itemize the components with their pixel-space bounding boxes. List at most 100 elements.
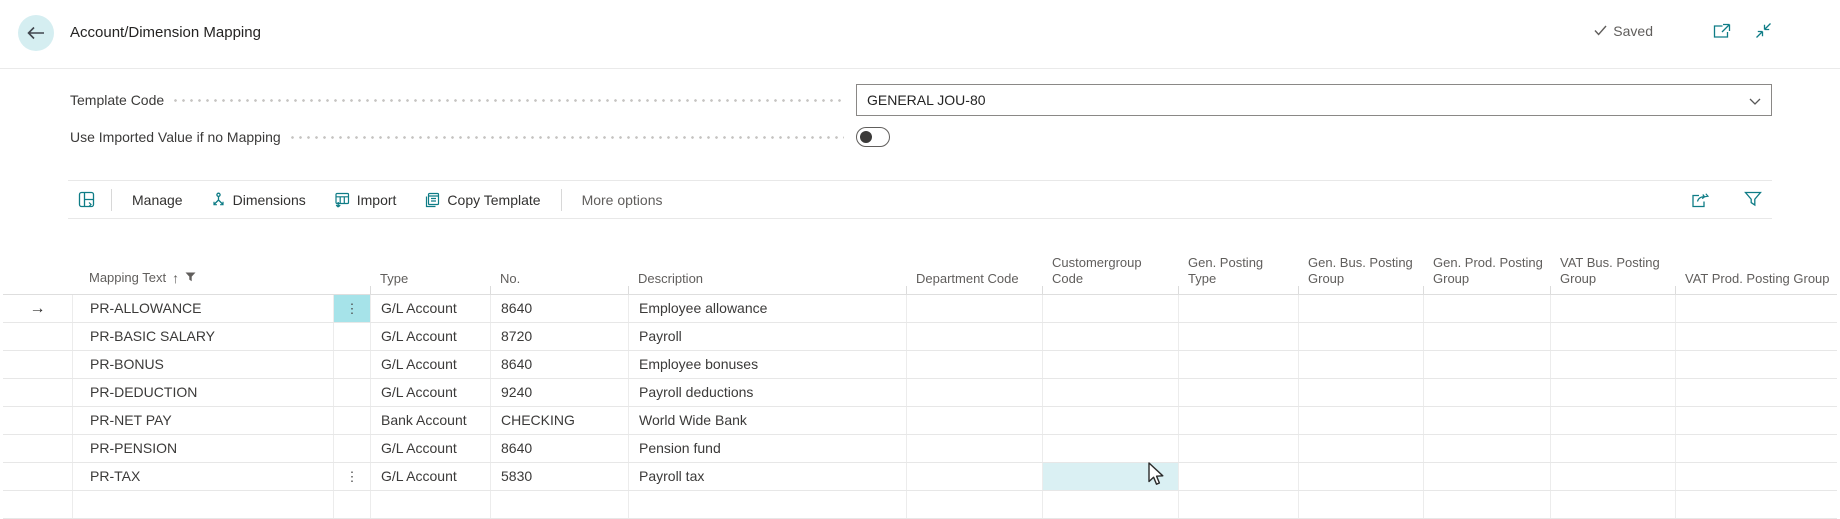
description-cell[interactable]: Payroll deductions: [628, 379, 906, 406]
gen-bus-posting-group-cell[interactable]: [1298, 491, 1423, 518]
use-imported-value-toggle[interactable]: [856, 127, 890, 147]
type-cell[interactable]: Bank Account: [370, 407, 490, 434]
row-menu-cell[interactable]: [333, 323, 370, 350]
row-menu-cell[interactable]: [333, 379, 370, 406]
vat-bus-posting-group-cell[interactable]: [1550, 491, 1675, 518]
no-cell[interactable]: 8640: [490, 435, 628, 462]
vat-bus-posting-group-cell[interactable]: [1550, 323, 1675, 350]
filter-button[interactable]: [1734, 191, 1772, 208]
description-cell[interactable]: World Wide Bank: [628, 407, 906, 434]
gen-posting-type-cell[interactable]: [1178, 379, 1298, 406]
type-cell[interactable]: [370, 491, 490, 518]
gen-prod-posting-group-cell[interactable]: [1423, 435, 1550, 462]
mapping-text-cell[interactable]: PR-PENSION: [72, 435, 333, 462]
gen-posting-type-cell[interactable]: [1178, 351, 1298, 378]
gen-prod-posting-group-cell[interactable]: [1423, 379, 1550, 406]
mapping-text-cell[interactable]: PR-NET PAY: [72, 407, 333, 434]
column-header-gen-prod-posting-group[interactable]: Gen. Prod. Posting Group: [1423, 246, 1550, 294]
manage-menu-item[interactable]: Manage: [118, 192, 197, 208]
description-cell[interactable]: Pension fund: [628, 435, 906, 462]
gen-prod-posting-group-cell[interactable]: [1423, 295, 1550, 322]
department-code-cell[interactable]: [906, 491, 1042, 518]
type-cell[interactable]: G/L Account: [370, 379, 490, 406]
no-cell[interactable]: 8720: [490, 323, 628, 350]
vat-bus-posting-group-cell[interactable]: [1550, 295, 1675, 322]
mapping-text-cell[interactable]: PR-BONUS: [72, 351, 333, 378]
gen-bus-posting-group-cell[interactable]: [1298, 351, 1423, 378]
gen-posting-type-cell[interactable]: [1178, 491, 1298, 518]
collapse-view-icon[interactable]: [1755, 22, 1772, 39]
vat-prod-posting-group-cell[interactable]: [1675, 435, 1837, 462]
gen-bus-posting-group-cell[interactable]: [1298, 435, 1423, 462]
description-cell[interactable]: Employee bonuses: [628, 351, 906, 378]
customergroup-code-cell[interactable]: [1042, 491, 1178, 518]
dimensions-menu-item[interactable]: Dimensions: [197, 192, 320, 208]
back-button[interactable]: [18, 15, 54, 51]
vat-prod-posting-group-cell[interactable]: [1675, 351, 1837, 378]
description-cell[interactable]: Payroll tax: [628, 463, 906, 490]
department-code-cell[interactable]: [906, 295, 1042, 322]
import-menu-item[interactable]: Import: [320, 192, 411, 208]
column-header-customergroup-code[interactable]: Customergroup Code: [1042, 246, 1178, 294]
department-code-cell[interactable]: [906, 407, 1042, 434]
type-cell[interactable]: G/L Account: [370, 435, 490, 462]
column-header-mapping-text[interactable]: Mapping Text ↑: [72, 246, 370, 294]
department-code-cell[interactable]: [906, 435, 1042, 462]
description-cell[interactable]: Payroll: [628, 323, 906, 350]
customergroup-code-cell-hovered[interactable]: [1042, 463, 1178, 490]
no-cell[interactable]: 8640: [490, 351, 628, 378]
department-code-cell[interactable]: [906, 351, 1042, 378]
column-header-department-code[interactable]: Department Code: [906, 246, 1042, 294]
department-code-cell[interactable]: [906, 379, 1042, 406]
vat-bus-posting-group-cell[interactable]: [1550, 407, 1675, 434]
mapping-text-cell[interactable]: PR-TAX: [72, 463, 333, 490]
gen-prod-posting-group-cell[interactable]: [1423, 463, 1550, 490]
open-in-new-window-icon[interactable]: [1713, 23, 1731, 39]
copy-template-menu-item[interactable]: Copy Template: [410, 192, 554, 208]
gen-prod-posting-group-cell[interactable]: [1423, 407, 1550, 434]
row-menu-cell[interactable]: [333, 407, 370, 434]
gen-posting-type-cell[interactable]: [1178, 295, 1298, 322]
customergroup-code-cell[interactable]: [1042, 295, 1178, 322]
row-menu-cell[interactable]: [333, 351, 370, 378]
department-code-cell[interactable]: [906, 463, 1042, 490]
vat-bus-posting-group-cell[interactable]: [1550, 435, 1675, 462]
customergroup-code-cell[interactable]: [1042, 351, 1178, 378]
type-cell[interactable]: G/L Account: [370, 463, 490, 490]
customergroup-code-cell[interactable]: [1042, 379, 1178, 406]
vat-prod-posting-group-cell[interactable]: [1675, 295, 1837, 322]
customergroup-code-cell[interactable]: [1042, 435, 1178, 462]
more-options-menu-item[interactable]: More options: [568, 192, 677, 208]
description-cell[interactable]: [628, 491, 906, 518]
gen-posting-type-cell[interactable]: [1178, 407, 1298, 434]
row-menu-cell[interactable]: [333, 491, 370, 518]
gen-posting-type-cell[interactable]: [1178, 435, 1298, 462]
template-code-combobox[interactable]: GENERAL JOU-80: [856, 84, 1772, 116]
grid-view-button[interactable]: [68, 191, 105, 208]
gen-posting-type-cell[interactable]: [1178, 323, 1298, 350]
column-header-gen-bus-posting-group[interactable]: Gen. Bus. Posting Group: [1298, 246, 1423, 294]
column-header-description[interactable]: Description: [628, 246, 906, 294]
type-cell[interactable]: G/L Account: [370, 295, 490, 322]
column-header-vat-bus-posting-group[interactable]: VAT Bus. Posting Group: [1550, 246, 1675, 294]
column-header-vat-prod-posting-group[interactable]: VAT Prod. Posting Group: [1675, 246, 1837, 294]
gen-bus-posting-group-cell[interactable]: [1298, 295, 1423, 322]
gen-prod-posting-group-cell[interactable]: [1423, 491, 1550, 518]
no-cell[interactable]: [490, 491, 628, 518]
vat-prod-posting-group-cell[interactable]: [1675, 491, 1837, 518]
no-cell[interactable]: CHECKING: [490, 407, 628, 434]
vat-prod-posting-group-cell[interactable]: [1675, 463, 1837, 490]
gen-prod-posting-group-cell[interactable]: [1423, 351, 1550, 378]
row-menu-cell[interactable]: [333, 435, 370, 462]
mapping-text-cell[interactable]: PR-DEDUCTION: [72, 379, 333, 406]
no-cell[interactable]: 8640: [490, 295, 628, 322]
no-cell[interactable]: 9240: [490, 379, 628, 406]
vat-bus-posting-group-cell[interactable]: [1550, 379, 1675, 406]
gen-bus-posting-group-cell[interactable]: [1298, 379, 1423, 406]
column-header-gen-posting-type[interactable]: Gen. Posting Type: [1178, 246, 1298, 294]
type-cell[interactable]: G/L Account: [370, 323, 490, 350]
customergroup-code-cell[interactable]: [1042, 407, 1178, 434]
vat-prod-posting-group-cell[interactable]: [1675, 323, 1837, 350]
customergroup-code-cell[interactable]: [1042, 323, 1178, 350]
mapping-text-cell[interactable]: [72, 491, 333, 518]
